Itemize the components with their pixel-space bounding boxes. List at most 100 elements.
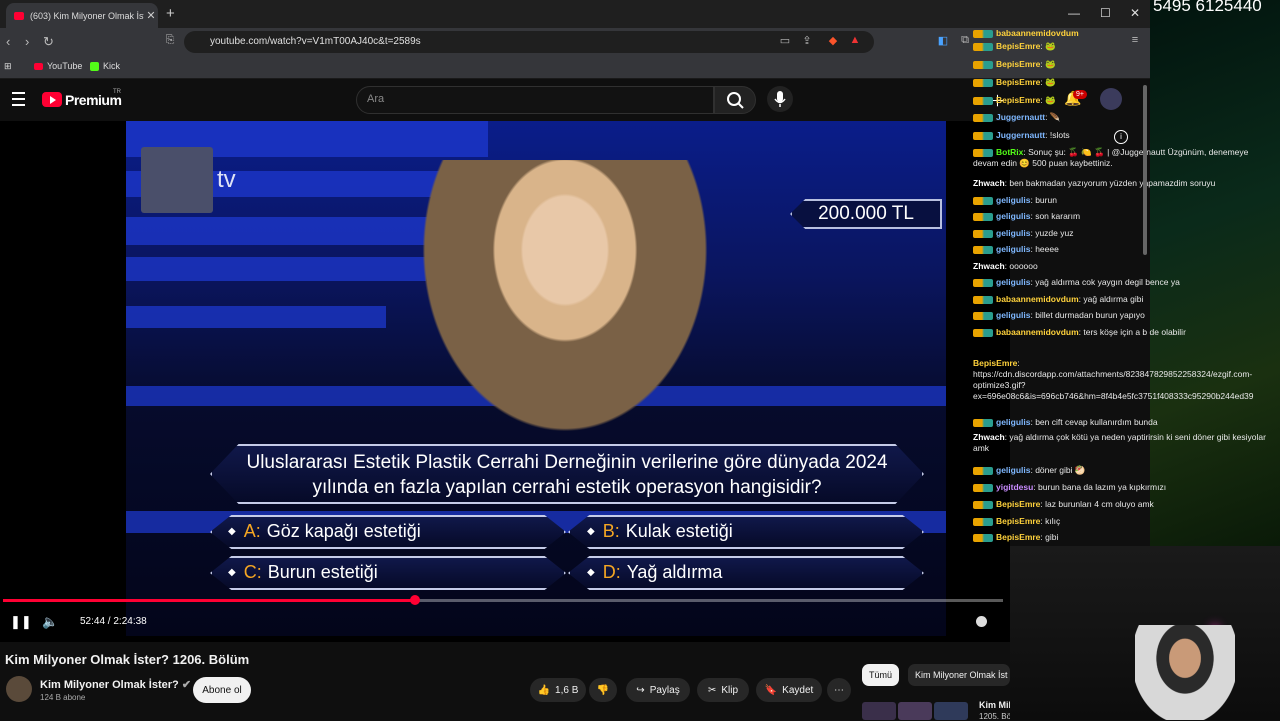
forward-icon[interactable]: ›: [25, 34, 29, 49]
chat-username[interactable]: BepisEmre: [996, 516, 1040, 526]
chat-text: : yağ aldırma gibi: [1078, 294, 1144, 304]
share-button[interactable]: ↪ Paylaş: [626, 678, 690, 702]
search-placeholder[interactable]: Ara: [367, 93, 384, 105]
save-icon: 🔖: [764, 684, 778, 696]
chat-username[interactable]: BepisEmre: [996, 77, 1040, 87]
user-badge-icon: [973, 212, 993, 221]
hamburger-menu-icon[interactable]: [12, 92, 25, 106]
chip-channel[interactable]: Kim Milyoner Olmak İst: [908, 664, 1010, 686]
chat-username[interactable]: geligulis: [996, 465, 1030, 475]
chat-username[interactable]: geligulis: [996, 211, 1030, 221]
chat-username[interactable]: BepisEmre: [996, 532, 1040, 542]
autoplay-toggle[interactable]: [976, 616, 987, 627]
url-text[interactable]: youtube.com/watch?v=V1mT00AJ40c&t=2589s: [210, 36, 421, 47]
chat-message: BepisEmre: gibi: [973, 532, 1280, 543]
chat-text: : ben cift cevap kullanırdım bunda: [1030, 417, 1158, 427]
recommendation-thumbnail[interactable]: [934, 702, 968, 720]
recommendation-thumbnail[interactable]: [898, 702, 932, 720]
cast-icon[interactable]: ▭: [778, 34, 792, 48]
chat-username[interactable]: babaannemidovdum: [996, 327, 1079, 337]
save-button[interactable]: 🔖 Kaydet: [756, 678, 822, 702]
verified-icon: ✔: [181, 679, 192, 691]
chat-text: : 🐸: [1040, 77, 1056, 87]
maximize-icon[interactable]: ☐: [1100, 6, 1111, 20]
chat-username[interactable]: geligulis: [996, 310, 1030, 320]
chip-all[interactable]: Tümü: [862, 664, 900, 686]
browser-tab[interactable]: (603) Kim Milyoner Olmak İster? ✕: [6, 3, 158, 28]
channel-avatar[interactable]: [6, 676, 32, 702]
new-tab-button[interactable]: +: [166, 5, 175, 22]
progress-scrubber[interactable]: [410, 595, 420, 605]
brave-shield-icon[interactable]: ◆: [826, 34, 840, 48]
more-actions-button[interactable]: ⋯: [827, 678, 851, 702]
chat-scrollbar[interactable]: [1143, 85, 1147, 255]
bookmark-kick[interactable]: Kick: [90, 61, 120, 71]
chat-username[interactable]: Zhwach: [973, 261, 1005, 271]
user-badge-icon: [973, 500, 993, 509]
like-button[interactable]: 👍 1,6 B: [530, 678, 586, 702]
chat-username[interactable]: Zhwach: [973, 432, 1005, 442]
pause-icon[interactable]: ❚❚: [10, 614, 32, 630]
user-badge-icon: [973, 113, 993, 122]
user-badge-icon: [973, 148, 993, 157]
chat-username[interactable]: geligulis: [996, 244, 1030, 254]
video-title: Kim Milyoner Olmak İster? 1206. Bölüm: [5, 652, 250, 667]
answer-a: ◆ A: Göz kapağı estetiği: [228, 521, 421, 542]
chat-username[interactable]: BepisEmre: [996, 41, 1040, 51]
dislike-button[interactable]: 👎: [589, 678, 617, 702]
subscribe-button[interactable]: Abone ol: [193, 677, 251, 703]
search-box[interactable]: [356, 86, 714, 114]
volume-icon[interactable]: 🔈: [42, 614, 58, 630]
user-badge-icon: [973, 42, 993, 51]
chat-text: : billet durmadan burun yapıyo: [1030, 310, 1145, 320]
chat-username[interactable]: yigitdesu: [996, 482, 1033, 492]
chat-message: geligulis: burun: [973, 195, 1280, 206]
youtube-logo-icon[interactable]: [42, 92, 62, 107]
close-tab-icon[interactable]: ✕: [144, 9, 158, 22]
back-icon[interactable]: ‹: [6, 34, 10, 49]
chat-username[interactable]: BotRix: [996, 147, 1023, 157]
chat-text: : yuzde yuz: [1030, 228, 1074, 238]
apps-icon[interactable]: ⊞: [4, 61, 12, 72]
chat-username[interactable]: geligulis: [996, 195, 1030, 205]
chat-message: BepisEmre: 🐸: [973, 59, 1280, 70]
recommendation-title[interactable]: Kim Mil: [979, 700, 1011, 710]
chat-message: geligulis: son kararım: [973, 211, 1280, 222]
chat-username[interactable]: geligulis: [996, 277, 1030, 287]
channel-bug-logo: [141, 147, 213, 213]
chat-username[interactable]: Zhwach: [973, 178, 1005, 188]
chat-username[interactable]: BepisEmre: [973, 358, 1017, 368]
chat-username[interactable]: BepisEmre: [996, 499, 1040, 509]
chat-username[interactable]: BepisEmre: [996, 95, 1040, 105]
bookmark-icon[interactable]: ⎘: [163, 34, 177, 48]
answer-d: ◆ D: Yağ aldırma: [587, 562, 722, 583]
recommendation-thumbnail[interactable]: [862, 702, 896, 720]
voice-search-button[interactable]: [767, 86, 793, 112]
chat-message: geligulis: ben cift cevap kullanırdım bu…: [973, 417, 1280, 428]
chat-username[interactable]: Juggernautt: [996, 112, 1045, 122]
chat-username[interactable]: geligulis: [996, 417, 1030, 427]
share-page-icon[interactable]: ⇪: [800, 34, 814, 48]
minimize-icon[interactable]: —: [1068, 6, 1080, 20]
channel-bug-text: tv: [217, 166, 236, 193]
chat-username[interactable]: BepisEmre: [996, 59, 1040, 69]
rewards-icon[interactable]: ▲: [848, 34, 862, 48]
search-button[interactable]: [714, 86, 756, 114]
chat-text: : döner gibi 🥙: [1030, 465, 1086, 475]
chat-username[interactable]: Juggernautt: [996, 130, 1045, 140]
answer-letter: D:: [602, 562, 621, 582]
chat-username[interactable]: babaannemidovdum: [996, 28, 1079, 38]
sidebar-toggle-icon[interactable]: ◧: [936, 34, 950, 48]
close-window-icon[interactable]: ✕: [1130, 6, 1140, 20]
more-icon: ⋯: [834, 684, 844, 696]
channel-name[interactable]: Kim Milyoner Olmak İster? ✔: [40, 678, 191, 691]
bookmark-label: YouTube: [47, 61, 83, 71]
reload-icon[interactable]: ↻: [43, 34, 54, 50]
chat-username[interactable]: babaannemidovdum: [996, 294, 1079, 304]
chat-username[interactable]: geligulis: [996, 228, 1030, 238]
info-icon[interactable]: i: [1114, 130, 1128, 144]
time-display: 52:44 / 2:24:38: [80, 616, 147, 627]
clip-button[interactable]: ✂ Klip: [697, 678, 749, 702]
progress-played: [3, 599, 415, 602]
bookmark-youtube[interactable]: YouTube: [34, 61, 82, 71]
